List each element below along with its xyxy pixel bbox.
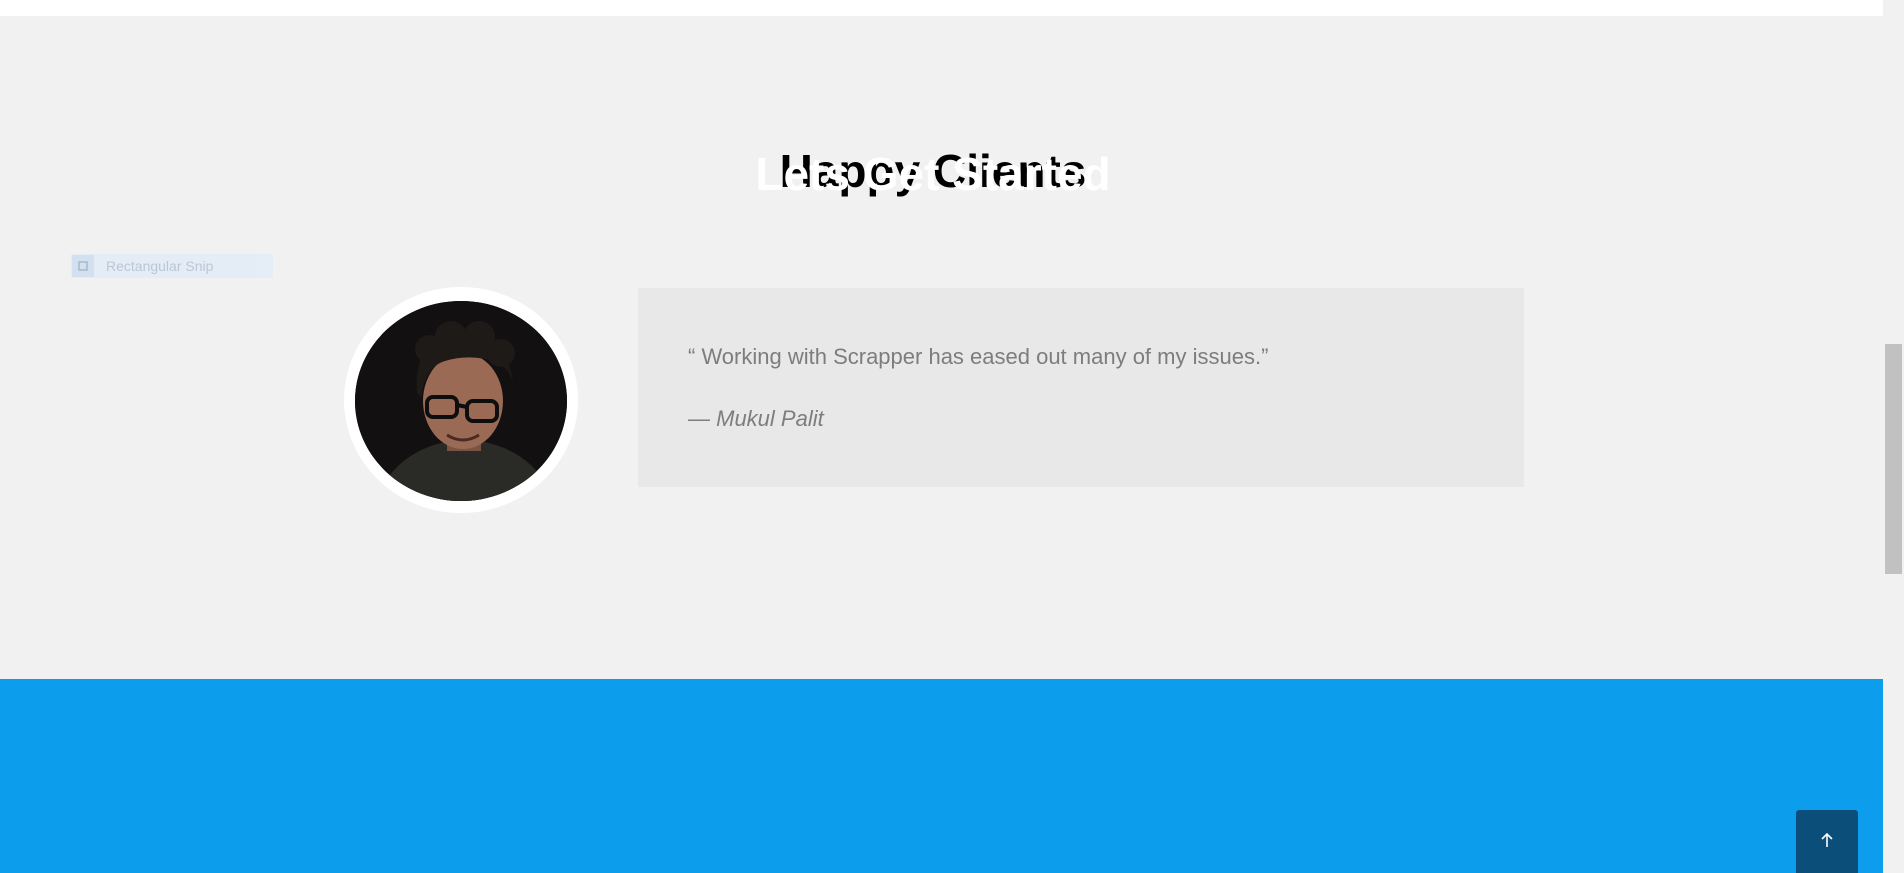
arrow-up-icon xyxy=(1819,831,1835,852)
client-avatar xyxy=(355,301,567,501)
get-started-section xyxy=(0,679,1883,873)
testimonial-card: “ Working with Scrapper has eased out ma… xyxy=(638,288,1524,487)
snip-icon xyxy=(72,255,94,277)
back-to-top-button[interactable] xyxy=(1796,810,1858,873)
snip-label: Rectangular Snip xyxy=(106,258,214,274)
previous-section-edge xyxy=(0,0,1883,16)
testimonial-quote: “ Working with Scrapper has eased out ma… xyxy=(688,344,1269,369)
testimonial-author: — Mukul Palit xyxy=(688,406,824,431)
scrollbar-thumb[interactable] xyxy=(1885,344,1902,574)
cta-title: Lets Get Started xyxy=(755,148,1111,200)
rectangular-snip-overlay: Rectangular Snip xyxy=(71,254,273,278)
page: Happy Clients Rectangular Snip “ Working… xyxy=(0,0,1904,873)
